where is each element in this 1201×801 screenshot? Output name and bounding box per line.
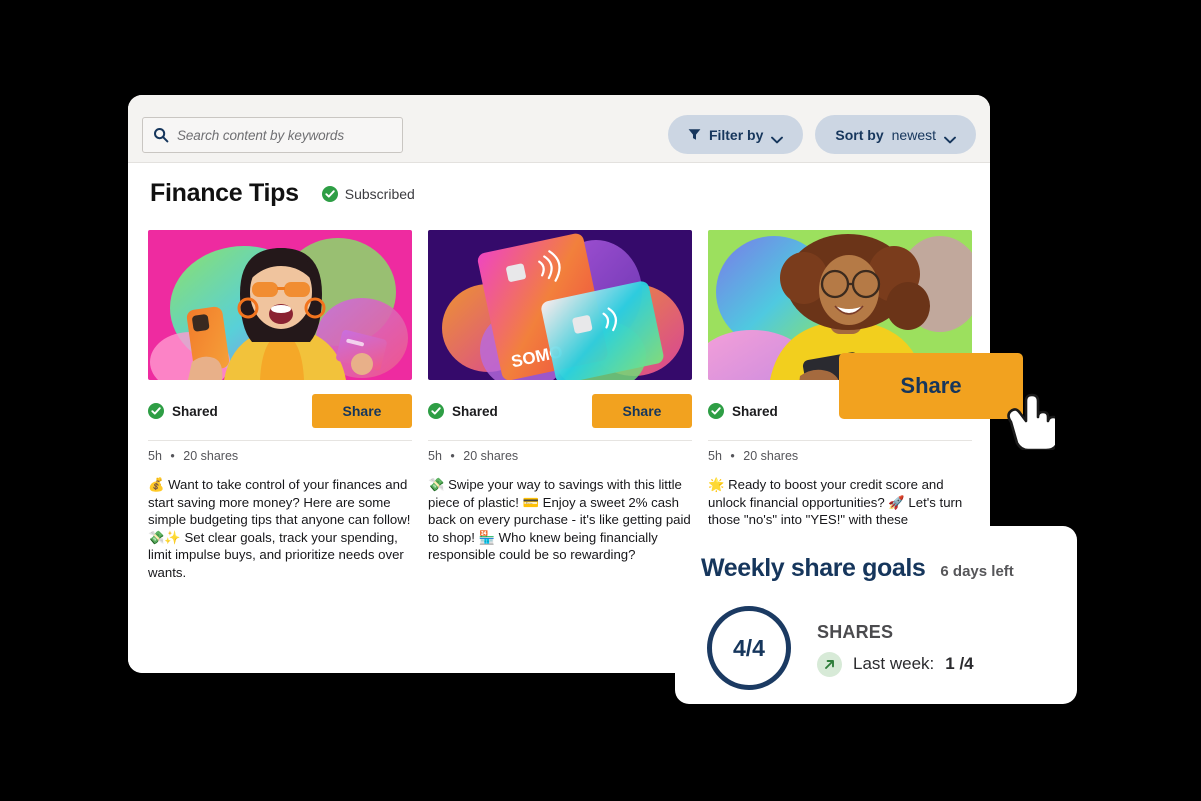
divider [428,440,692,441]
sort-by-value: newest [891,126,936,143]
arrow-up-right-icon [817,651,842,677]
page-title: Finance Tips [150,179,299,207]
post-share-count: 20 shares [463,449,519,463]
post-time: 5h [148,449,162,463]
sort-by-button[interactable]: Sort by newest [815,115,976,154]
pointing-hand-cursor-icon [999,392,1055,450]
shared-label: Shared [732,403,778,419]
floating-share-button[interactable]: Share [839,353,1023,419]
screen-root: Search content by keywords Filter by Sor… [0,0,1201,801]
search-placeholder: Search content by keywords [177,127,344,143]
progress-ring: 4/4 [707,606,791,690]
meta-separator: • [450,449,455,463]
last-week-row: Last week: 1 /4 [817,651,974,677]
share-button[interactable]: Share [312,394,412,428]
divider [148,440,412,441]
post-text: 💰 Want to take control of your finances … [148,477,411,580]
post-time: 5h [708,449,722,463]
post-card[interactable]: SOMO Shared Share 5h • 20 shares 💸 Swipe… [428,230,692,581]
last-week-label: Last week: [853,654,935,673]
goals-body: 4/4 SHARES Last week: 1 /4 [707,606,974,690]
goals-title: Weekly share goals [701,554,926,582]
check-circle-icon [321,185,338,202]
post-thumbnail[interactable] [148,230,412,380]
post-thumbnail[interactable]: SOMO [428,230,692,380]
toolbar: Search content by keywords Filter by Sor… [128,95,990,163]
post-actions: Shared Share [148,394,412,428]
chevron-down-icon [771,131,784,143]
goals-info: SHARES Last week: 1 /4 [817,620,974,677]
post-text: 💸 Swipe your way to savings with this li… [428,477,691,562]
goals-days-left: 6 days left [940,563,1014,580]
shared-badge: Shared [428,403,498,419]
post-share-count: 20 shares [183,449,239,463]
sort-by-label: Sort by [835,126,884,143]
post-meta: 5h • 20 shares [148,449,412,463]
post-share-count: 20 shares [743,449,799,463]
post-meta: 5h • 20 shares [428,449,692,463]
check-circle-icon [148,403,164,419]
search-input[interactable]: Search content by keywords [142,117,403,153]
funnel-icon [688,128,701,141]
filter-by-label: Filter by [708,126,764,143]
weekly-share-goals-panel: Weekly share goals 6 days left 4/4 SHARE… [675,526,1077,704]
shared-badge: Shared [708,403,778,419]
post-text: 🌟 Ready to boost your credit score and u… [708,477,963,527]
feed-header: Finance Tips Subscribed [150,179,415,208]
meta-separator: • [170,449,175,463]
toolbar-actions: Filter by Sort by newest [667,115,976,154]
subscribed-badge: Subscribed [321,185,415,202]
post-meta: 5h • 20 shares [708,449,972,463]
post-card[interactable]: Shared Share 5h • 20 shares 💰 Want to ta… [148,230,412,581]
goals-metric-label: SHARES [817,621,894,642]
divider [708,440,972,441]
shared-label: Shared [172,403,218,419]
post-actions: Shared Share [428,394,692,428]
check-circle-icon [428,403,444,419]
post-time: 5h [428,449,442,463]
meta-separator: • [730,449,735,463]
chevron-down-icon [944,131,956,143]
goals-header: Weekly share goals 6 days left [701,554,1014,583]
share-button[interactable]: Share [592,394,692,428]
check-circle-icon [708,403,724,419]
shared-badge: Shared [148,403,218,419]
filter-by-button[interactable]: Filter by [667,115,804,154]
last-week-value: 1 /4 [945,654,974,673]
subscribed-label: Subscribed [344,185,415,202]
search-icon [153,127,169,143]
shared-label: Shared [452,403,498,419]
